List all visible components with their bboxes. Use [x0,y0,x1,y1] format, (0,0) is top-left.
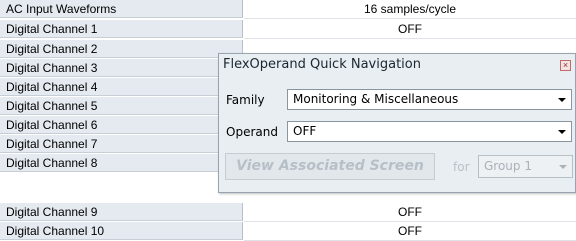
group-select[interactable]: Group 1 [478,155,573,178]
setting-label: Digital Channel 8 [0,154,243,172]
setting-label: Digital Channel 5 [0,97,243,115]
view-associated-screen-button[interactable]: View Associated Screen [225,153,435,180]
operand-select[interactable]: OFF [287,121,572,142]
close-icon[interactable]: × [560,60,571,71]
family-label: Family [226,93,265,107]
operand-select-value: OFF [293,124,317,138]
family-select-value: Monitoring & Miscellaneous [293,92,459,106]
dialog-title: FlexOperand Quick Navigation [223,57,421,72]
setting-label: Digital Channel 2 [0,40,243,58]
chevron-down-icon [559,165,567,169]
setting-label: Digital Channel 10 [0,222,243,240]
setting-label: Digital Channel 1 [0,20,243,38]
setting-label: Digital Channel 6 [0,116,243,134]
chevron-down-icon [558,130,566,134]
setting-value[interactable]: OFF [244,222,576,241]
setting-row[interactable]: Digital Channel 10 OFF [0,222,576,241]
setting-label: Digital Channel 3 [0,59,243,77]
flexoperand-quick-navigation-dialog: FlexOperand Quick Navigation × Family Mo… [218,53,576,193]
setting-label: Digital Channel 7 [0,135,243,153]
chevron-down-icon [558,98,566,102]
setting-label: Digital Channel 4 [0,78,243,96]
setting-value[interactable]: 16 samples/cycle [244,0,576,19]
setting-row[interactable]: Digital Channel 1 OFF [0,20,576,39]
setting-value[interactable]: OFF [244,20,576,39]
setting-value[interactable]: OFF [244,203,576,222]
setting-row[interactable]: Digital Channel 9 OFF [0,203,576,222]
family-select[interactable]: Monitoring & Miscellaneous [287,89,572,110]
setting-row[interactable]: AC Input Waveforms 16 samples/cycle [0,0,576,19]
setting-label: Digital Channel 9 [0,203,243,221]
group-select-value: Group 1 [484,159,532,173]
operand-label: Operand [226,125,278,139]
setting-label: AC Input Waveforms [0,0,243,18]
for-label: for [453,160,470,174]
